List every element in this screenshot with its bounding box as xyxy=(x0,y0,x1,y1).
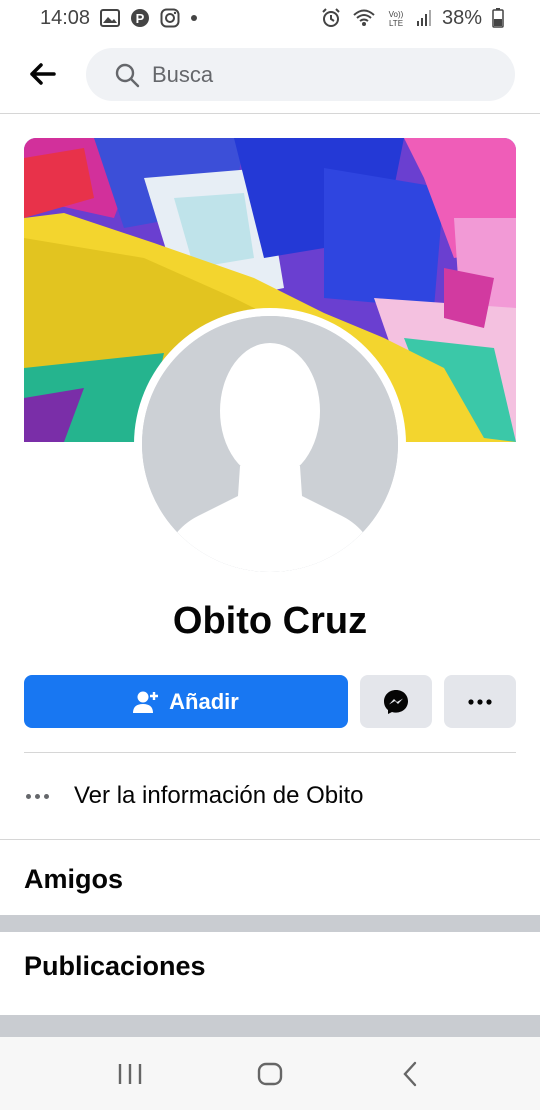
chevron-left-icon xyxy=(403,1061,417,1086)
add-friend-icon xyxy=(133,691,159,713)
dot-icon xyxy=(190,14,198,22)
search-input[interactable] xyxy=(152,61,482,88)
messenger-icon xyxy=(384,689,408,714)
add-friend-button[interactable]: Añadir xyxy=(24,675,348,728)
status-bar: 14:08 P Vo)) LTE 38% xyxy=(0,0,540,36)
section-separator xyxy=(0,1015,540,1037)
android-nav-bar xyxy=(0,1037,540,1110)
posts-section-title[interactable]: Publicaciones xyxy=(24,951,206,982)
more-options-button[interactable] xyxy=(444,675,516,728)
default-avatar-silhouette-icon xyxy=(142,316,398,572)
see-info-label: Ver la información de Obito xyxy=(74,782,364,809)
battery-percent: 38% xyxy=(441,6,482,29)
battery-icon xyxy=(492,8,504,28)
home-button[interactable] xyxy=(240,1049,300,1099)
svg-text:LTE: LTE xyxy=(389,19,403,28)
recent-apps-icon xyxy=(118,1063,142,1084)
profile-name: Obito Cruz xyxy=(172,600,368,642)
signal-icon xyxy=(416,9,432,27)
svg-text:P: P xyxy=(136,11,145,26)
friends-section-title[interactable]: Amigos xyxy=(24,864,123,895)
profile-picture[interactable] xyxy=(134,308,406,580)
profile-screen: 14:08 P Vo)) LTE 38% Busca Obito Cruz Añ… xyxy=(0,0,540,1110)
status-left: 14:08 P xyxy=(40,7,198,30)
more-dots-icon xyxy=(468,698,492,705)
back-button[interactable] xyxy=(26,58,58,90)
back-nav-button[interactable] xyxy=(380,1049,440,1099)
divider xyxy=(24,752,516,753)
top-nav xyxy=(0,36,540,114)
instagram-icon xyxy=(160,8,180,28)
svg-text:Vo)): Vo)) xyxy=(389,10,404,19)
pinterest-icon: P xyxy=(130,8,150,28)
gallery-icon xyxy=(100,9,121,27)
see-info-row[interactable]: Ver la información de Obito xyxy=(24,770,516,822)
status-right: Vo)) LTE 38% xyxy=(320,7,504,30)
section-separator xyxy=(0,915,540,932)
divider xyxy=(0,839,540,840)
home-icon xyxy=(257,1062,283,1085)
recent-apps-button[interactable] xyxy=(100,1049,160,1099)
wifi-icon xyxy=(352,8,376,28)
avatar xyxy=(142,316,398,572)
alarm-icon xyxy=(320,7,342,29)
search-icon xyxy=(115,63,140,87)
search-box[interactable] xyxy=(86,48,515,101)
message-button[interactable] xyxy=(360,675,432,728)
clock: 14:08 xyxy=(40,6,91,29)
volte-icon: Vo)) LTE xyxy=(386,8,406,28)
back-arrow-icon xyxy=(30,63,56,85)
add-friend-label: Añadir xyxy=(169,688,239,714)
ellipsis-icon xyxy=(26,793,56,799)
